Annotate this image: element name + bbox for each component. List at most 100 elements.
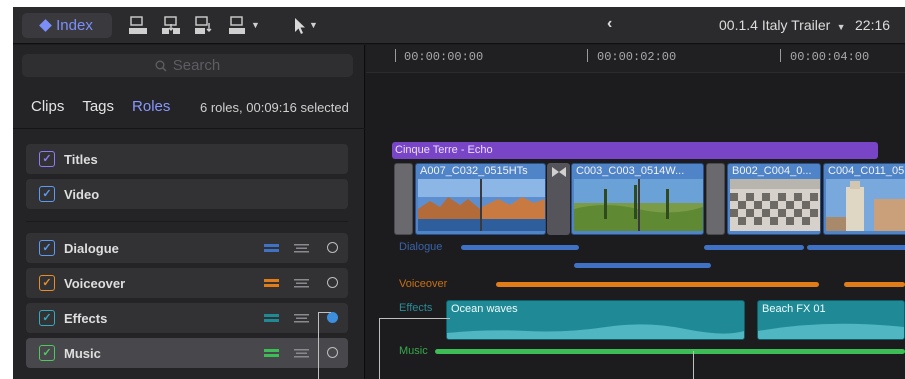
project-name[interactable]: 00.1.4 Italy Trailer ▼ — [719, 17, 846, 33]
video-thumbnail — [418, 179, 545, 231]
role-row-effects[interactable]: ✓ Effects — [26, 303, 348, 333]
gap-clip[interactable] — [394, 163, 413, 235]
role-label: Dialogue — [64, 241, 119, 256]
dialogue-audio-bar[interactable] — [574, 263, 711, 268]
select-tool-arrow-icon[interactable] — [289, 16, 311, 36]
role-row-music[interactable]: ✓ Music — [26, 338, 348, 368]
effects-audio-clip[interactable]: Beach FX 01 — [757, 300, 905, 340]
role-row-titles[interactable]: ✓ Titles — [26, 144, 348, 174]
effects-checkbox[interactable]: ✓ — [39, 310, 55, 326]
collapse-lanes-icon[interactable] — [293, 347, 310, 359]
edit-mode-chevron-down-icon[interactable]: ▼ — [251, 20, 260, 30]
divider — [13, 128, 365, 129]
tools-chevron-down-icon[interactable]: ▼ — [309, 20, 318, 30]
timecode-ruler[interactable]: 00:00:00:00 00:00:02:00 00:00:04:00 — [366, 45, 905, 73]
index-diamond-icon — [39, 19, 53, 32]
role-label: Effects — [64, 311, 108, 326]
video-clip[interactable]: C004_C011_05... — [823, 163, 905, 235]
toolbar: Index ▼ ▼ ‹ 00.1.4 Italy Trailer ▼ 22:16 — [13, 7, 905, 44]
ruler-timecode: 00:00:04:00 — [790, 50, 870, 64]
divider — [26, 221, 348, 222]
insert-clip-icon[interactable] — [160, 16, 182, 36]
callout-line — [693, 351, 694, 379]
gap-clip[interactable] — [706, 163, 725, 235]
search-icon — [155, 60, 167, 72]
transition-bowtie-icon — [551, 167, 566, 177]
focus-radio[interactable] — [327, 347, 338, 358]
collapse-lanes-icon[interactable] — [293, 242, 310, 254]
callout-line — [318, 312, 331, 313]
video-checkbox[interactable]: ✓ — [39, 186, 55, 202]
role-row-video[interactable]: ✓ Video — [26, 179, 348, 209]
append-clip-icon[interactable] — [193, 16, 215, 36]
clip-name: A007_C032_0515HTs — [420, 165, 528, 177]
overwrite-clip-icon[interactable] — [227, 16, 249, 36]
focus-radio[interactable] — [327, 242, 338, 253]
show-lanes-icon[interactable] — [263, 312, 280, 324]
video-thumbnail — [730, 179, 820, 231]
voiceover-audio-bar[interactable] — [496, 282, 819, 287]
video-clip[interactable]: C003_C003_0514W... — [571, 163, 704, 235]
ruler-tick — [395, 49, 396, 62]
titles-checkbox[interactable]: ✓ — [39, 151, 55, 167]
index-tabs: Clips Tags Roles — [31, 98, 170, 115]
callout-line — [318, 313, 319, 379]
clip-name: Ocean waves — [451, 303, 518, 315]
roles-summary: 6 roles, 00:09:16 selected — [200, 100, 349, 115]
dialogue-audio-bar[interactable] — [461, 245, 579, 250]
lane-label-voiceover: Voiceover — [399, 278, 448, 290]
role-row-voiceover[interactable]: ✓ Voiceover — [26, 268, 348, 298]
music-audio-bar[interactable] — [435, 349, 905, 354]
audio-waveform — [447, 324, 744, 339]
cross-dissolve-transition[interactable] — [547, 163, 570, 235]
role-label: Titles — [64, 152, 98, 167]
video-thumbnail — [574, 179, 703, 231]
search-field[interactable]: Search — [22, 54, 353, 77]
show-lanes-icon[interactable] — [263, 242, 280, 254]
tab-tags[interactable]: Tags — [82, 98, 114, 115]
timeline-index-panel: Search Clips Tags Roles 6 roles, 00:09:1… — [13, 45, 365, 379]
dialogue-audio-bar[interactable] — [704, 245, 804, 250]
connect-clip-icon[interactable] — [127, 16, 149, 36]
callout-line — [379, 318, 380, 379]
ruler-tick — [587, 49, 588, 62]
index-button[interactable]: Index — [22, 13, 112, 38]
clip-name: C003_C003_0514W... — [576, 165, 685, 177]
effects-audio-clip[interactable]: Ocean waves — [446, 300, 745, 340]
dialogue-audio-bar[interactable] — [807, 245, 905, 250]
ruler-timecode: 00:00:02:00 — [597, 50, 677, 64]
focus-radio-active[interactable] — [327, 312, 338, 323]
video-clip[interactable]: B002_C004_0... — [727, 163, 821, 235]
project-duration: 22:16 — [855, 17, 891, 33]
voiceover-checkbox[interactable]: ✓ — [39, 275, 55, 291]
ruler-tick — [780, 49, 781, 62]
clip-name: B002_C004_0... — [732, 165, 812, 177]
dialogue-checkbox[interactable]: ✓ — [39, 240, 55, 256]
tab-roles[interactable]: Roles — [132, 98, 170, 115]
focus-radio[interactable] — [327, 277, 338, 288]
back-chevron-left-icon[interactable]: ‹ — [607, 15, 612, 33]
callout-line — [379, 318, 450, 319]
ruler-timecode: 00:00:00:00 — [404, 50, 484, 64]
music-checkbox[interactable]: ✓ — [39, 345, 55, 361]
title-clip[interactable]: Cinque Terre - Echo — [392, 142, 878, 159]
collapse-lanes-icon[interactable] — [293, 312, 310, 324]
show-lanes-icon[interactable] — [263, 277, 280, 289]
audio-waveform — [758, 323, 904, 339]
tab-clips[interactable]: Clips — [31, 98, 64, 115]
clip-name: Beach FX 01 — [762, 303, 826, 315]
timeline[interactable]: 00:00:00:00 00:00:02:00 00:00:04:00 Cinq… — [366, 45, 905, 379]
role-label: Video — [64, 187, 100, 202]
show-lanes-icon[interactable] — [263, 347, 280, 359]
role-row-dialogue[interactable]: ✓ Dialogue — [26, 233, 348, 263]
lane-label-music: Music — [399, 345, 428, 357]
project-name-label: 00.1.4 Italy Trailer — [719, 17, 831, 33]
index-button-label: Index — [56, 17, 93, 34]
role-label: Voiceover — [64, 276, 126, 291]
project-chevron-down-icon[interactable]: ▼ — [834, 22, 846, 32]
clip-name: C004_C011_05... — [828, 165, 905, 177]
video-thumbnail — [826, 179, 905, 231]
voiceover-audio-bar[interactable] — [844, 282, 905, 287]
collapse-lanes-icon[interactable] — [293, 277, 310, 289]
video-clip[interactable]: A007_C032_0515HTs — [415, 163, 546, 235]
